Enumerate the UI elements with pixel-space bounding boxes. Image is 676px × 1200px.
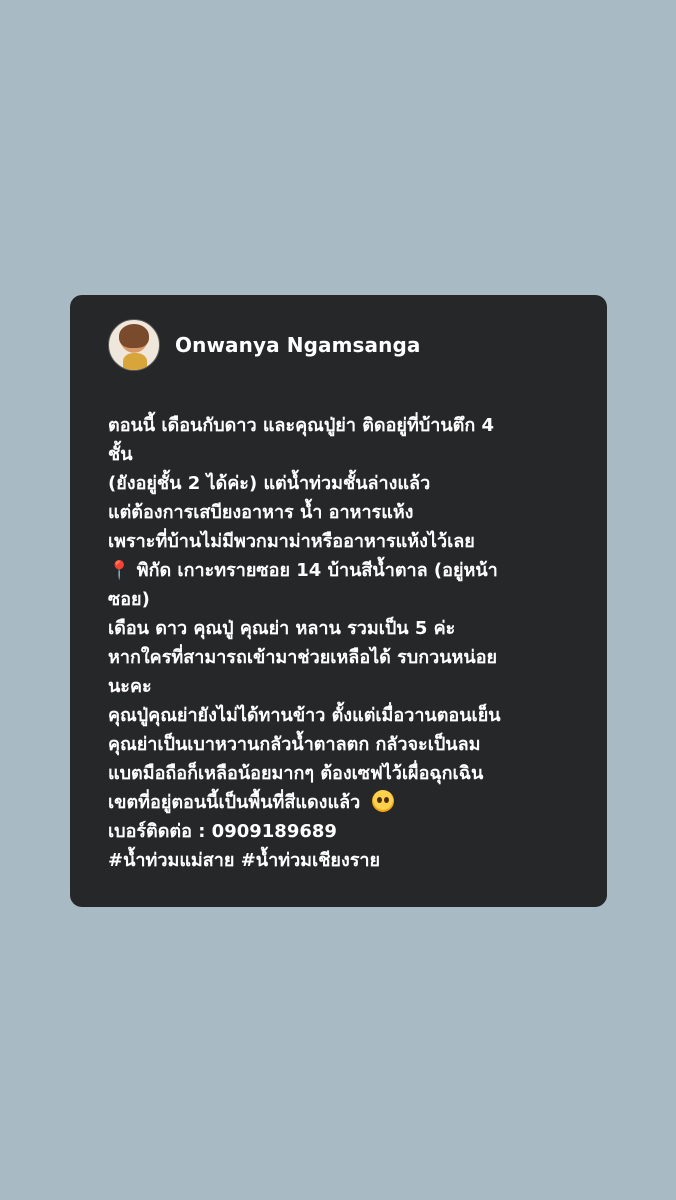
author-row: Onwanya Ngamsanga [108,319,577,371]
pushpin-icon: 📍 [108,560,131,581]
post-body: ตอนนี้ เดือนกับดาว และคุณปู่ย่า ติดอยู่ท… [108,411,577,875]
post-line: นะคะ [108,676,152,697]
post-line: ตอนนี้ เดือนกับดาว และคุณปู่ย่า ติดอยู่ท… [108,415,495,436]
post-line: พิกัด เกาะทรายซอย 14 บ้านสีน้ำตาล (อยู่ห… [136,560,498,581]
author-name[interactable]: Onwanya Ngamsanga [175,333,421,357]
post-line: เดือน ดาว คุณปู่ คุณย่า หลาน รวมเป็น 5 ค… [108,618,456,639]
post-line: เพราะที่บ้านไม่มีพวกมาม่าหรืออาหารแห้งไว… [108,531,475,552]
post-card: Onwanya Ngamsanga ตอนนี้ เดือนกับดาว และ… [70,295,607,907]
post-line: ซอย) [108,589,150,610]
post-line: คุณปู่คุณย่ายังไม่ได้ทานข้าว ตั้งแต่เมื่… [108,705,501,726]
post-line: แต่ต้องการเสบียงอาหาร น้ำ อาหารแห้ง [108,502,414,523]
post-line: ชั้น [108,444,133,465]
post-line: แบตมือถือก็เหลือน้อยมากๆ ต้องเซฟไว้เผื่อ… [108,763,484,784]
pleading-face-icon [372,790,395,812]
post-line: (ยังอยู่ชั้น 2 ได้ค่ะ) แต่น้ำท่วมชั้นล่า… [108,473,431,494]
post-line-location: 📍 พิกัด เกาะทรายซอย 14 บ้านสีน้ำตาล (อยู… [108,556,577,585]
post-line: เขตที่อยู่ตอนนี้เป็นพื้นที่สีแดงแล้ว [108,792,361,813]
post-line: คุณย่าเป็นเบาหวานกลัวน้ำตาลตก กลัวจะเป็น… [108,734,481,755]
post-line: เบอร์ติดต่อ : 0909189689 [108,821,337,842]
post-line-status: เขตที่อยู่ตอนนี้เป็นพื้นที่สีแดงแล้ว [108,788,577,817]
post-line-hashtags[interactable]: #น้ำท่วมแม่สาย #น้ำท่วมเชียงราย [108,846,577,875]
profile-avatar[interactable] [108,319,160,371]
post-line: หากใครที่สามารถเข้ามาช่วยเหลือได้ รบกวนห… [108,647,498,668]
